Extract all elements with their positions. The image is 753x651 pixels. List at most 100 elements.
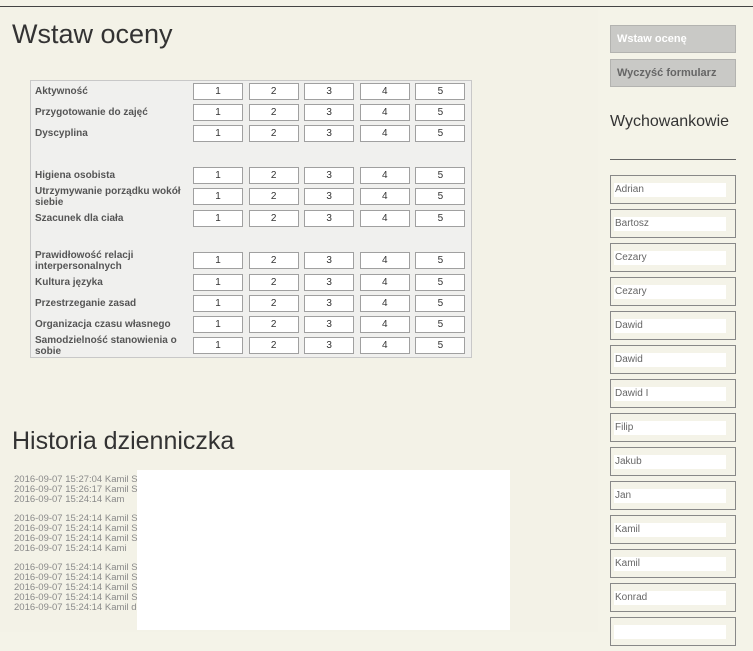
grade-option-2[interactable]: 2 <box>248 337 299 354</box>
grade-option-2[interactable]: 2 <box>248 103 299 121</box>
grade-option-2[interactable]: 2 <box>248 252 299 269</box>
student-item[interactable]: Adrian <box>610 175 736 204</box>
grade-option-1[interactable]: 1 <box>193 294 243 312</box>
grade-option-3[interactable]: 3 <box>304 124 355 142</box>
student-item[interactable]: Cezary <box>610 277 736 306</box>
grade-option-3[interactable]: 3 <box>304 273 355 291</box>
grade-cell: 1 <box>193 81 249 102</box>
student-item[interactable]: Kamil <box>610 515 736 544</box>
grade-cell: 3 <box>304 186 360 208</box>
grade-option-1[interactable]: 1 <box>193 166 243 184</box>
grade-cell: 5 <box>415 123 471 144</box>
grade-option-5[interactable]: 5 <box>415 252 466 269</box>
grade-option-2[interactable]: 2 <box>248 82 299 100</box>
grade-option-2[interactable]: 2 <box>248 209 299 227</box>
grade-option-4[interactable]: 4 <box>359 315 410 333</box>
grade-option-1[interactable]: 1 <box>193 103 243 121</box>
grade-option-4[interactable]: 4 <box>359 252 410 269</box>
grade-cell: 3 <box>304 123 360 144</box>
grade-option-2[interactable]: 2 <box>248 294 299 312</box>
grade-option-2[interactable]: 2 <box>248 315 299 333</box>
grade-option-5[interactable]: 5 <box>415 209 466 227</box>
grade-row: Dyscyplina 1 2 3 4 5 <box>31 123 472 144</box>
grade-option-3[interactable]: 3 <box>304 315 355 333</box>
student-item[interactable]: Jakub <box>610 447 736 476</box>
grade-option-4[interactable]: 4 <box>359 103 410 121</box>
grade-cell: 2 <box>248 314 305 335</box>
grade-option-2[interactable]: 2 <box>248 273 299 291</box>
grade-row: Przestrzeganie zasad 1 2 3 4 5 <box>31 293 472 314</box>
grade-option-4[interactable]: 4 <box>359 337 410 354</box>
grade-option-5[interactable]: 5 <box>415 82 466 100</box>
grade-cell: 4 <box>359 165 416 186</box>
grade-option-4[interactable]: 4 <box>359 273 410 291</box>
student-item[interactable]: Dawid <box>610 345 736 374</box>
student-item[interactable]: Dawid I <box>610 379 736 408</box>
grade-option-5[interactable]: 5 <box>415 188 466 205</box>
grade-option-4[interactable]: 4 <box>359 294 410 312</box>
grade-option-3[interactable]: 3 <box>304 294 355 312</box>
student-name: Dawid <box>614 353 726 367</box>
grade-option-1[interactable]: 1 <box>193 188 243 205</box>
grade-option-4[interactable]: 4 <box>359 188 410 205</box>
grade-option-3[interactable]: 3 <box>304 337 355 354</box>
grade-option-4[interactable]: 4 <box>359 82 410 100</box>
grade-option-1[interactable]: 1 <box>193 315 243 333</box>
grade-option-5[interactable]: 5 <box>415 315 466 333</box>
grade-cell: 2 <box>248 165 305 186</box>
grade-cell: 3 <box>304 272 360 293</box>
grade-option-3[interactable]: 3 <box>304 188 355 205</box>
grade-option-1[interactable]: 1 <box>193 209 243 227</box>
grade-option-5[interactable]: 5 <box>415 294 466 312</box>
insert-grade-button[interactable]: Wstaw ocenę <box>610 25 736 53</box>
student-name: Konrad <box>614 591 726 605</box>
grade-option-5[interactable]: 5 <box>415 337 466 354</box>
student-name: Bartosz <box>614 217 726 231</box>
grade-option-5[interactable]: 5 <box>415 273 466 291</box>
student-item[interactable]: Filip <box>610 413 736 442</box>
grade-option-1[interactable]: 1 <box>193 82 243 100</box>
grade-cell: 5 <box>415 81 471 102</box>
grade-cell: 4 <box>359 335 416 358</box>
grade-cell: 1 <box>193 165 249 186</box>
grade-option-5[interactable]: 5 <box>415 166 466 184</box>
student-item[interactable]: Kamil <box>610 549 736 578</box>
student-name: Cezary <box>614 251 726 265</box>
grade-option-3[interactable]: 3 <box>304 209 355 227</box>
student-name: Jan <box>614 489 726 503</box>
row-gap <box>31 144 472 165</box>
grade-option-1[interactable]: 1 <box>193 124 243 142</box>
student-item[interactable]: Dawid <box>610 311 736 340</box>
grade-cell: 3 <box>304 102 360 123</box>
grade-option-3[interactable]: 3 <box>304 166 355 184</box>
grade-option-4[interactable]: 4 <box>359 166 410 184</box>
grade-row: Prawidłowość relacji interpersonalnych 1 2… <box>31 250 472 272</box>
grade-option-5[interactable]: 5 <box>415 124 466 142</box>
student-item[interactable]: Jan <box>610 481 736 510</box>
grade-option-2[interactable]: 2 <box>248 188 299 205</box>
student-name <box>614 625 726 639</box>
grade-cell: 4 <box>359 314 416 335</box>
student-name: Jakub <box>614 455 726 469</box>
grade-option-2[interactable]: 2 <box>248 124 299 142</box>
grade-cell: 2 <box>248 123 305 144</box>
grade-option-1[interactable]: 1 <box>193 337 243 354</box>
grade-cell: 2 <box>248 81 305 102</box>
grade-option-4[interactable]: 4 <box>359 124 410 142</box>
grade-cell: 2 <box>248 208 305 229</box>
student-item[interactable]: Konrad <box>610 583 736 612</box>
grade-option-2[interactable]: 2 <box>248 166 299 184</box>
grade-option-5[interactable]: 5 <box>415 103 466 121</box>
grade-option-1[interactable]: 1 <box>193 273 243 291</box>
grade-option-3[interactable]: 3 <box>304 252 355 269</box>
grade-option-3[interactable]: 3 <box>304 82 355 100</box>
grade-option-3[interactable]: 3 <box>304 103 355 121</box>
grade-cell: 4 <box>359 272 416 293</box>
grade-row: Utrzymywanie porządku wokół siebie 1 2 3 4 5 <box>31 186 472 208</box>
grade-category-label: Prawidłowość relacji interpersonalnych <box>35 249 134 272</box>
student-item[interactable]: Cezary <box>610 243 736 272</box>
student-item[interactable]: Bartosz <box>610 209 736 238</box>
grade-option-1[interactable]: 1 <box>193 252 243 269</box>
clear-form-button[interactable]: Wyczyść formularz <box>610 59 736 87</box>
grade-option-4[interactable]: 4 <box>359 209 410 227</box>
